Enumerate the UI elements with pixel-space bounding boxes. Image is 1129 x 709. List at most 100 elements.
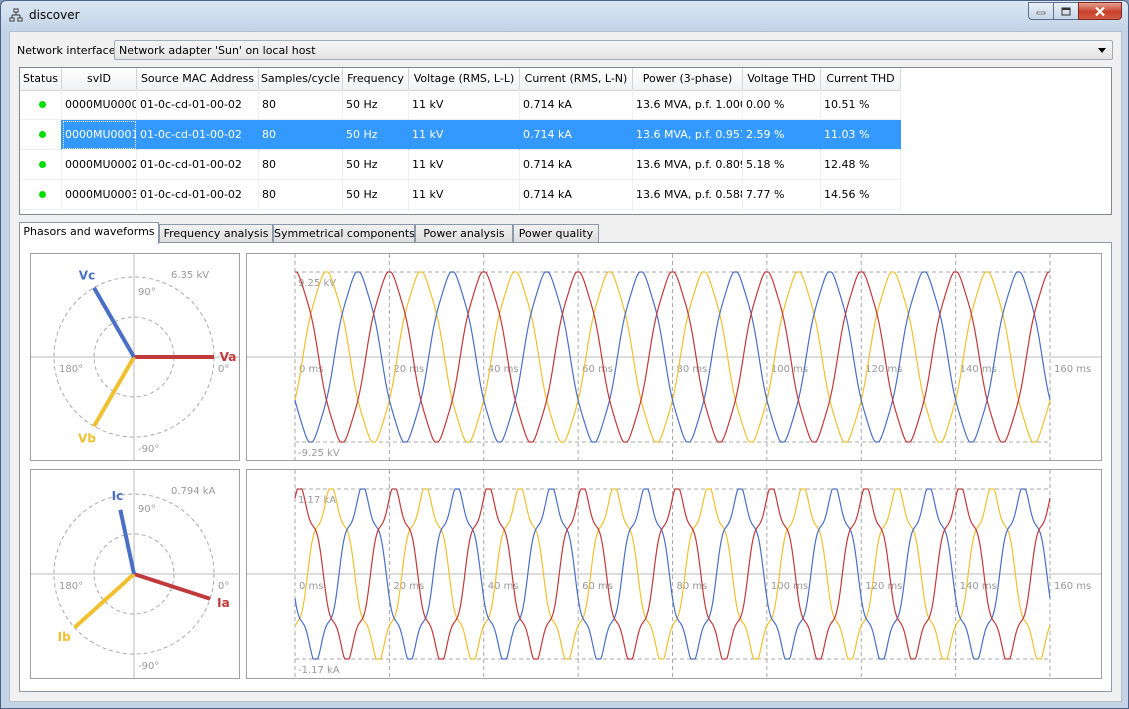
source-mac-cell: 01-0c-cd-01-00-02 xyxy=(137,90,259,120)
power-cell: 13.6 MVA, p.f. 1.000 xyxy=(633,90,743,120)
angle-label-180: 180° xyxy=(59,581,83,592)
y-min-label: -1.17 kA xyxy=(298,665,340,676)
svid-cell: 0000MU0000 xyxy=(62,90,137,120)
voltage-phasor-diagram: 6.35 kV 90° 0° 180° -90° Va Vb Vc xyxy=(31,254,239,460)
column-header-source-mac[interactable]: Source MAC Address xyxy=(137,68,259,90)
voltage-thd-cell: 5.18 % xyxy=(743,150,821,180)
stream-table[interactable]: Status svID Source MAC Address Samples/cycl… xyxy=(19,67,1112,215)
phasor-label-ib: Ib xyxy=(58,630,71,644)
phasor-label-vc: Vc xyxy=(79,269,95,283)
status-cell xyxy=(20,150,62,180)
voltage-rms-cell: 11 kV xyxy=(409,150,520,180)
column-header-power[interactable]: Power (3-phase) xyxy=(633,68,743,90)
network-interface-value: Network adapter 'Sun' on local host xyxy=(119,44,316,57)
svid-cell: 0000MU0002 xyxy=(62,150,137,180)
network-interface-label: Network interface: xyxy=(17,44,120,57)
column-header-voltage-thd[interactable]: Voltage THD xyxy=(743,68,821,90)
voltage-thd-cell: 7.77 % xyxy=(743,180,821,210)
frequency-cell: 50 Hz xyxy=(343,90,409,120)
voltage-thd-cell: 0.00 % xyxy=(743,90,821,120)
column-header-current-rms[interactable]: Current (RMS, L-N) xyxy=(520,68,633,90)
network-interface-dropdown[interactable]: Network adapter 'Sun' on local host xyxy=(114,40,1113,60)
minimize-icon xyxy=(1036,11,1046,15)
tab-power-quality[interactable]: Power quality xyxy=(513,224,599,243)
voltage-rms-cell: 11 kV xyxy=(409,180,520,210)
table-header: Status svID Source MAC Address Samples/cycl… xyxy=(20,68,901,91)
current-rms-cell: 0.714 kA xyxy=(520,180,633,210)
time-tick-label: 100 ms xyxy=(771,364,808,375)
frequency-cell: 50 Hz xyxy=(343,180,409,210)
column-header-samples-per-cycle[interactable]: Samples/cycle xyxy=(259,68,343,90)
time-tick-label: 0 ms xyxy=(299,581,324,592)
close-icon xyxy=(1095,6,1105,16)
minimize-button[interactable] xyxy=(1028,2,1054,20)
time-tick-label: 140 ms xyxy=(960,364,997,375)
main-content: Network interface: Network adapter 'Sun'… xyxy=(9,31,1122,702)
angle-label-0: 0° xyxy=(218,364,229,375)
status-indicator xyxy=(38,191,46,198)
close-button[interactable] xyxy=(1078,2,1122,20)
voltage-rms-cell: 11 kV xyxy=(409,120,520,150)
network-icon xyxy=(9,8,23,22)
table-row[interactable]: 0000MU0001 01-0c-cd-01-00-02 80 50 Hz 11 kV 0… xyxy=(20,120,901,150)
current-phasor-panel: 0.794 kA 90° 0° 180° -90° Ia Ib Ic xyxy=(30,469,240,679)
power-cell: 13.6 MVA, p.f. 0.809 xyxy=(633,150,743,180)
voltage-waveform-chart: 0 ms 20 ms 40 ms 60 ms 80 ms 100 ms 120 ms 140 … xyxy=(247,254,1101,460)
samples-per-cycle-cell: 80 xyxy=(259,90,343,120)
maximize-button[interactable] xyxy=(1053,2,1079,20)
svid-cell: 0000MU0001 xyxy=(62,120,137,150)
phasor-vc xyxy=(92,286,136,359)
tab-pane-phasors-and-waveforms: 6.35 kV 90° 0° 180° -90° Va Vb Vc 0 ms 20 ms 40 m… xyxy=(19,242,1112,692)
current-waveform-chart: 0 ms 20 ms 40 ms 60 ms 80 ms 100 ms 120 ms 140 … xyxy=(247,470,1101,678)
angle-label-minus-90: -90° xyxy=(138,444,159,455)
window-title: discover xyxy=(29,8,80,22)
current-thd-cell: 11.03 % xyxy=(821,120,901,150)
title-bar[interactable]: discover xyxy=(1,1,1128,29)
tab-frequency-analysis[interactable]: Frequency analysis xyxy=(159,224,273,243)
table-row[interactable]: 0000MU0002 01-0c-cd-01-00-02 80 50 Hz 11 kV 0… xyxy=(20,150,901,180)
frequency-cell: 50 Hz xyxy=(343,150,409,180)
tab-symmetrical-components[interactable]: Symmetrical components xyxy=(273,224,415,243)
status-cell xyxy=(20,120,62,150)
app-window: discover Network interface: Network adap… xyxy=(0,0,1129,709)
time-tick-label: 120 ms xyxy=(865,364,902,375)
current-phasor-diagram: 0.794 kA 90° 0° 180° -90° Ia Ib Ic xyxy=(31,470,239,678)
svid-cell: 0000MU0003 xyxy=(62,180,137,210)
angle-label-180: 180° xyxy=(59,364,83,375)
phasor-ic xyxy=(118,509,136,575)
y-max-label: 9.25 kV xyxy=(298,278,336,289)
column-header-current-thd[interactable]: Current THD xyxy=(821,68,901,90)
source-mac-cell: 01-0c-cd-01-00-02 xyxy=(137,180,259,210)
time-tick-label: 20 ms xyxy=(393,364,424,375)
table-row[interactable]: 0000MU0000 01-0c-cd-01-00-02 80 50 Hz 11 kV 0… xyxy=(20,90,901,120)
power-cell: 13.6 MVA, p.f. 0.588 xyxy=(633,180,743,210)
tab-phasors-and-waveforms[interactable]: Phasors and waveforms xyxy=(19,222,159,244)
time-tick-label: 160 ms xyxy=(1054,364,1091,375)
phasor-label-vb: Vb xyxy=(78,431,96,445)
samples-per-cycle-cell: 80 xyxy=(259,150,343,180)
current-rms-cell: 0.714 kA xyxy=(520,90,633,120)
magnitude-scale-label: 6.35 kV xyxy=(171,270,209,281)
column-header-status[interactable]: Status xyxy=(20,68,62,90)
magnitude-scale-label: 0.794 kA xyxy=(171,486,216,497)
time-tick-label: 140 ms xyxy=(960,581,997,592)
tab-power-analysis[interactable]: Power analysis xyxy=(415,224,513,243)
time-tick-label: 100 ms xyxy=(771,581,808,592)
power-cell: 13.6 MVA, p.f. 0.951 xyxy=(633,120,743,150)
status-cell xyxy=(20,90,62,120)
column-header-voltage-rms[interactable]: Voltage (RMS, L-L) xyxy=(409,68,520,90)
current-rms-cell: 0.714 kA xyxy=(520,150,633,180)
phasor-label-ia: Ia xyxy=(217,596,230,610)
column-header-svid[interactable]: svID xyxy=(62,68,137,90)
y-min-label: -9.25 kV xyxy=(298,448,340,459)
angle-label-90: 90° xyxy=(138,287,156,298)
table-row[interactable]: 0000MU0003 01-0c-cd-01-00-02 80 50 Hz 11 kV 0… xyxy=(20,180,901,210)
status-indicator xyxy=(38,101,46,108)
source-mac-cell: 01-0c-cd-01-00-02 xyxy=(137,120,259,150)
status-indicator xyxy=(38,161,46,168)
samples-per-cycle-cell: 80 xyxy=(259,120,343,150)
time-tick-label: 120 ms xyxy=(865,581,902,592)
samples-per-cycle-cell: 80 xyxy=(259,180,343,210)
column-header-frequency[interactable]: Frequency xyxy=(343,68,409,90)
phasor-label-va: Va xyxy=(220,350,237,364)
